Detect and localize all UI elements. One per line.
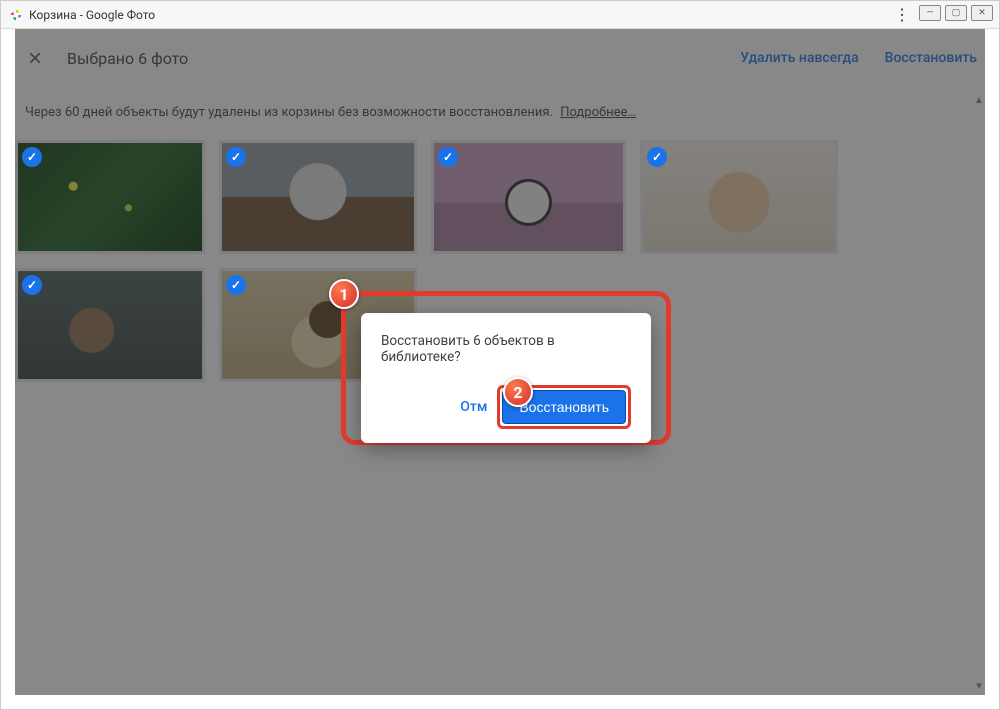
google-photos-logo-icon	[9, 8, 23, 22]
annotation-step-2: 2	[503, 377, 533, 407]
scrollbar-down-icon[interactable]: ▼	[974, 681, 984, 691]
window-controls: — ▢ ✕	[919, 5, 993, 21]
selected-check-icon[interactable]: ✓	[22, 147, 42, 167]
selected-check-icon[interactable]: ✓	[438, 147, 458, 167]
dialog-message: Восстановить 6 объектов в библиотеке?	[381, 333, 631, 365]
annotation-step-1: 1	[329, 279, 359, 309]
close-window-button[interactable]: ✕	[971, 5, 993, 21]
window-titlebar: Корзина - Google Фото ⋮ — ▢ ✕	[1, 1, 999, 29]
dialog-cancel-button[interactable]: Отм	[460, 399, 487, 415]
restore-dialog: Восстановить 6 объектов в библиотеке? От…	[361, 313, 651, 443]
scrollbar-up-icon[interactable]: ▲	[974, 95, 984, 105]
minimize-button[interactable]: —	[919, 5, 941, 21]
selected-check-icon[interactable]: ✓	[226, 147, 246, 167]
maximize-button[interactable]: ▢	[945, 5, 967, 21]
selected-check-icon[interactable]: ✓	[22, 275, 42, 295]
selected-check-icon[interactable]: ✓	[647, 147, 667, 167]
window-title: Корзина - Google Фото	[29, 8, 155, 22]
selected-check-icon[interactable]: ✓	[226, 275, 246, 295]
menu-dots-icon[interactable]: ⋮	[894, 7, 909, 23]
